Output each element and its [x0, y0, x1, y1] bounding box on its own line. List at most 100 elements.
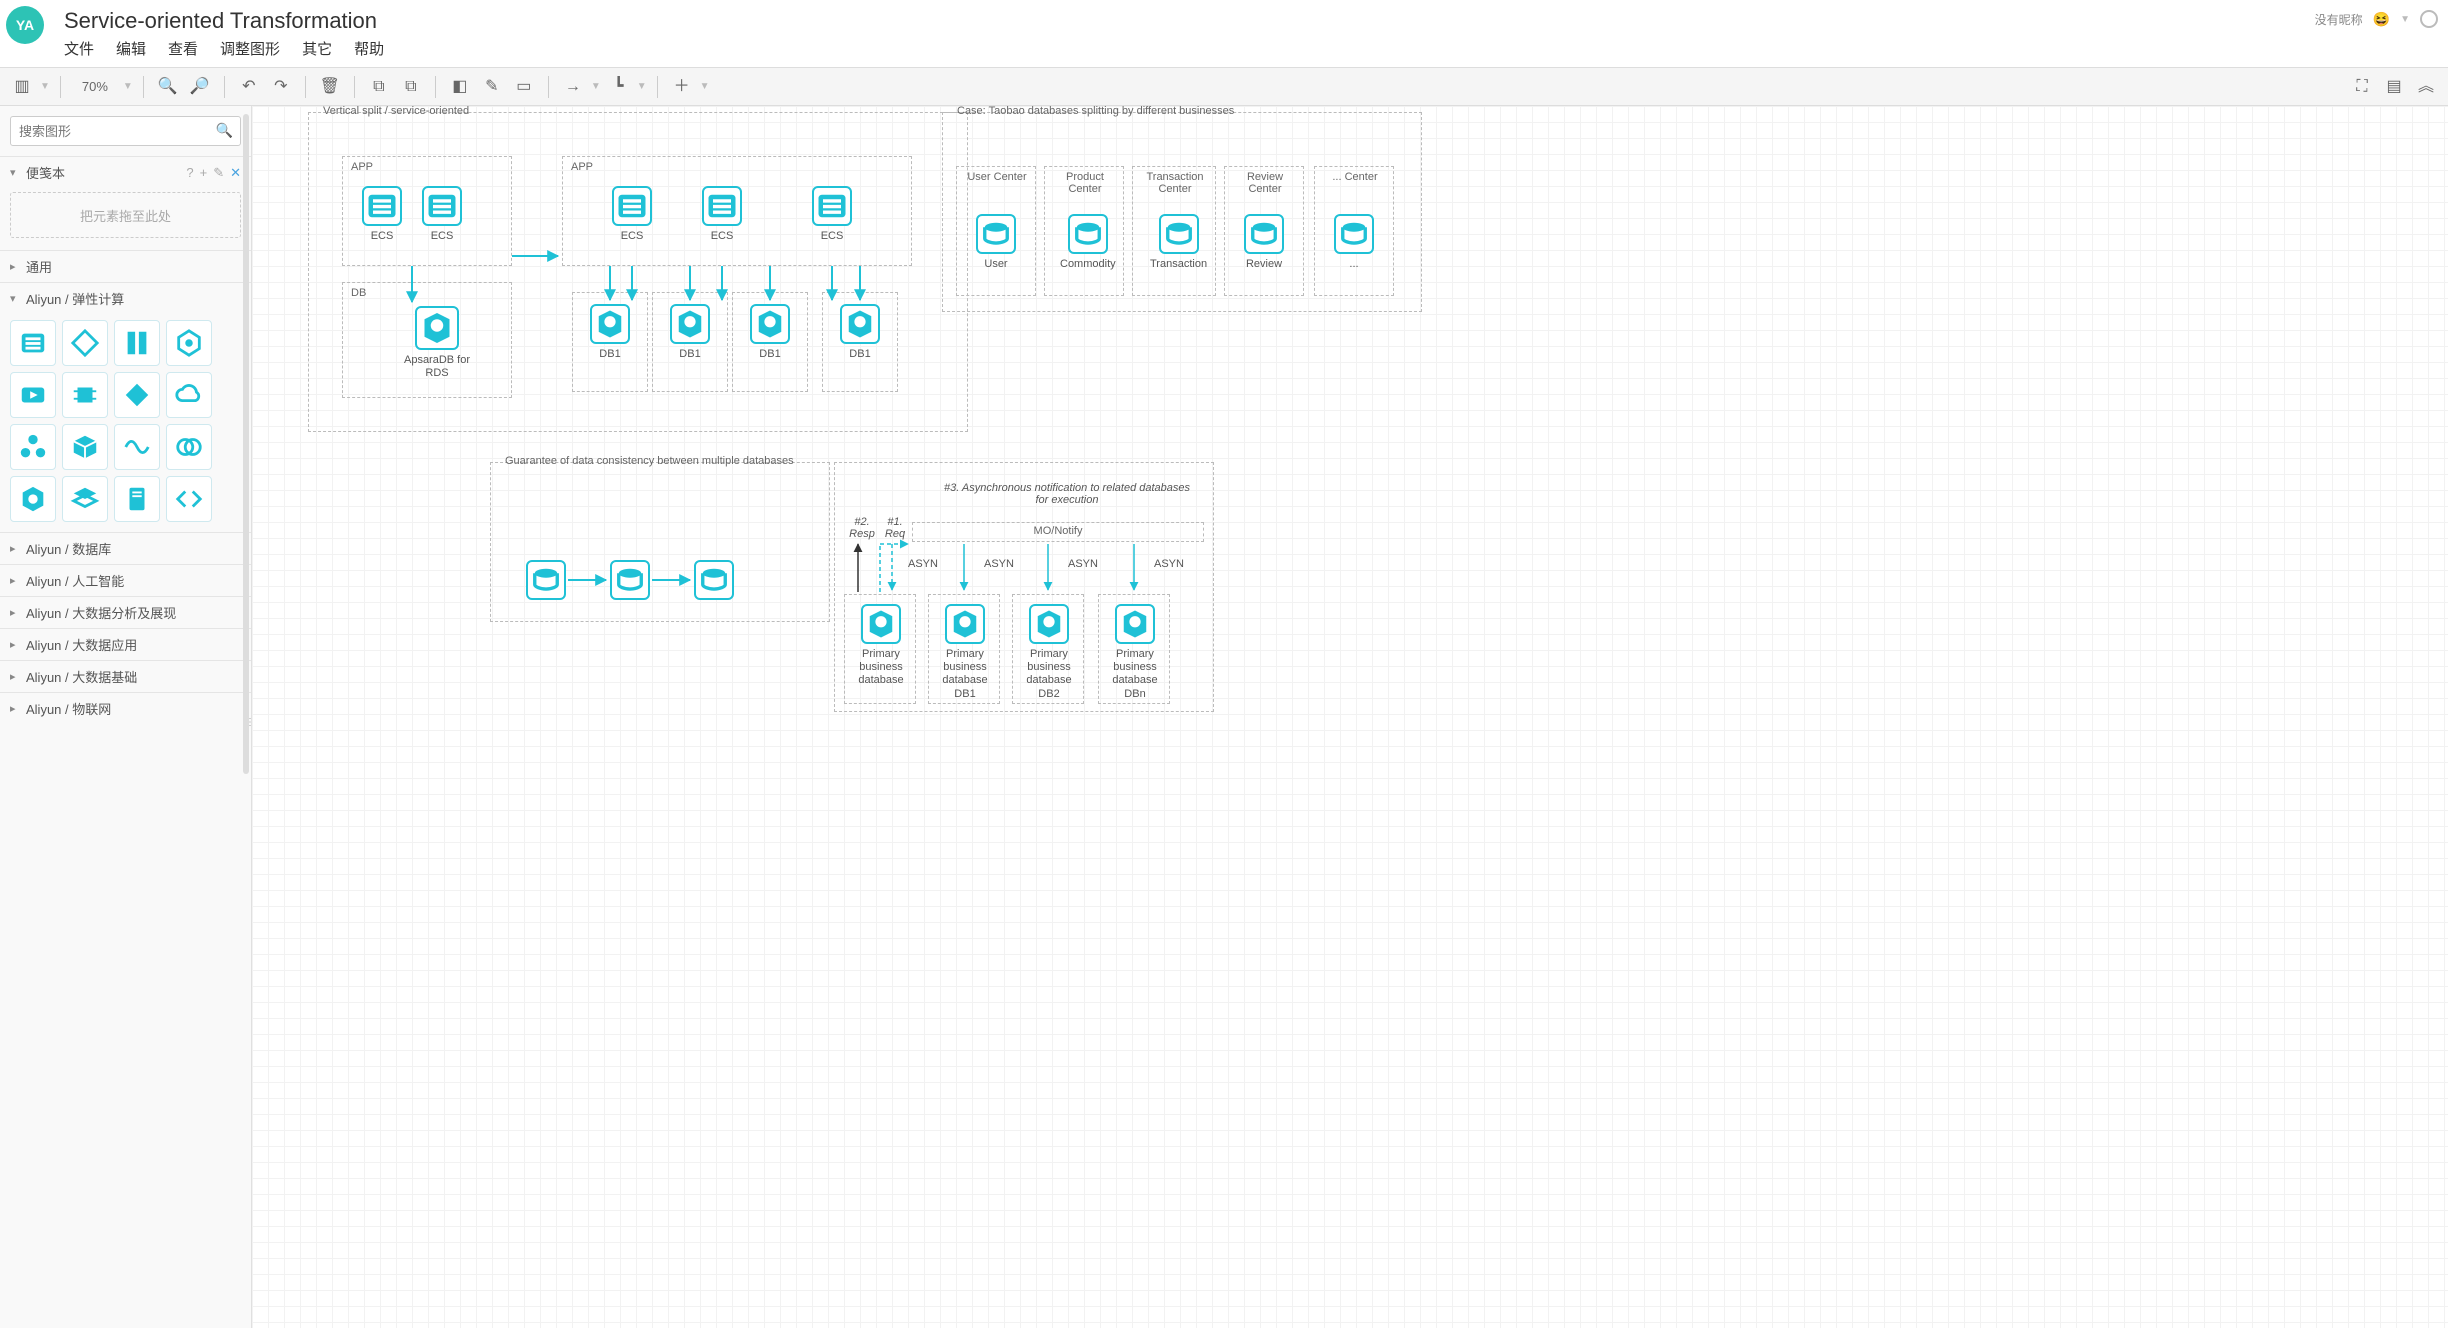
sidebar-mode-dropdown-icon[interactable]: ▼: [40, 81, 50, 92]
panel-aliyun-ai[interactable]: ▸Aliyun / 人工智能: [0, 564, 251, 596]
node-label: Review: [1246, 258, 1282, 271]
scratchpad-help-icon[interactable]: ?: [186, 165, 193, 181]
shape-nodes[interactable]: [10, 424, 56, 470]
scratchpad-add-icon[interactable]: +: [200, 165, 208, 181]
avatar[interactable]: YA: [6, 6, 44, 44]
waypoint-button[interactable]: ┗: [605, 73, 633, 101]
node-user[interactable]: User: [976, 214, 1016, 271]
node-pbd2[interactable]: Primary business database DB2: [1026, 604, 1072, 701]
shape-autoscaling[interactable]: [62, 320, 108, 366]
node-ecs[interactable]: ECS: [362, 186, 402, 243]
to-front-button[interactable]: ⧉: [365, 73, 393, 101]
connection-button[interactable]: →: [559, 73, 587, 101]
fullscreen-button[interactable]: ⛶: [2348, 73, 2376, 101]
scratchpad-edit-icon[interactable]: ✎: [213, 165, 224, 181]
shape-diamond[interactable]: [114, 372, 160, 418]
fill-color-button[interactable]: ◧: [446, 73, 474, 101]
scratchpad-dropzone[interactable]: 把元素拖至此处: [10, 192, 241, 238]
diagram-canvas[interactable]: Vertical split / service-oriented APP EC…: [252, 106, 2448, 1328]
node-ecs[interactable]: ECS: [702, 186, 742, 243]
redo-button[interactable]: ↷: [267, 73, 295, 101]
waypoint-dropdown-icon[interactable]: ▼: [637, 81, 647, 92]
shape-layers[interactable]: [62, 476, 108, 522]
undo-button[interactable]: ↶: [235, 73, 263, 101]
menu-view[interactable]: 查看: [168, 38, 198, 59]
scratchpad-close-icon[interactable]: ✕: [230, 165, 241, 181]
shape-batch[interactable]: [10, 372, 56, 418]
menu-help[interactable]: 帮助: [354, 38, 384, 59]
node-db1[interactable]: DB1: [840, 304, 880, 361]
user-dropdown-icon[interactable]: ▼: [2400, 14, 2410, 25]
format-panel-button[interactable]: ▤: [2380, 73, 2408, 101]
collapse-button[interactable]: ︽: [2412, 73, 2440, 101]
shape-container[interactable]: [114, 320, 160, 366]
panel-aliyun-base[interactable]: ▸Aliyun / 大数据基础: [0, 660, 251, 692]
panel-aliyun-bi[interactable]: ▸Aliyun / 大数据分析及展现: [0, 596, 251, 628]
group-mo[interactable]: MO/Notify: [912, 522, 1204, 542]
panel-aliyun-db[interactable]: ▸Aliyun / 数据库: [0, 532, 251, 564]
shape-doc[interactable]: [114, 476, 160, 522]
node-ecs[interactable]: ECS: [812, 186, 852, 243]
node-db-chain[interactable]: [610, 560, 650, 604]
toggle-sidebar-button[interactable]: ▥: [8, 73, 36, 101]
fullscreen-icon: ⛶: [2356, 79, 2367, 95]
node-db-chain[interactable]: [526, 560, 566, 604]
zoom-in-button[interactable]: 🔍: [154, 73, 182, 101]
menu-edit[interactable]: 编辑: [116, 38, 146, 59]
shape-venn[interactable]: [166, 424, 212, 470]
document-title[interactable]: Service-oriented Transformation: [64, 8, 2315, 34]
menu-file[interactable]: 文件: [64, 38, 94, 59]
node-commodity[interactable]: Commodity: [1060, 214, 1116, 271]
node-pbd1[interactable]: Primary business database DB1: [942, 604, 988, 701]
stack-icon: [1159, 214, 1199, 254]
node-label: ECS: [431, 230, 454, 243]
node-db-chain[interactable]: [694, 560, 734, 604]
zoom-out-button[interactable]: 🔎: [186, 73, 214, 101]
node-ecs[interactable]: ECS: [612, 186, 652, 243]
shadow-button[interactable]: ▭: [510, 73, 538, 101]
insert-dropdown-icon[interactable]: ▼: [700, 81, 710, 92]
node-db1[interactable]: DB1: [590, 304, 630, 361]
shape-kubernetes[interactable]: [166, 320, 212, 366]
sidebar-splitter[interactable]: ⋮: [245, 717, 252, 728]
node-rds[interactable]: ApsaraDB for RDS: [392, 306, 482, 380]
sidebar-scrollbar[interactable]: [243, 114, 249, 774]
shape-cloud[interactable]: [166, 372, 212, 418]
search-icon[interactable]: 🔍: [216, 122, 233, 139]
shape-cube[interactable]: [62, 424, 108, 470]
node-pbdn[interactable]: Primary business database DBn: [1112, 604, 1158, 701]
node-db1[interactable]: DB1: [670, 304, 710, 361]
user-nickname[interactable]: 没有昵称: [2315, 11, 2363, 28]
zoom-dropdown-icon[interactable]: ▼: [123, 81, 133, 92]
menu-arrange[interactable]: 调整图形: [220, 38, 280, 59]
menu-extras[interactable]: 其它: [302, 38, 332, 59]
node-transaction[interactable]: Transaction: [1150, 214, 1207, 271]
shape-chip[interactable]: [62, 372, 108, 418]
node-pbd[interactable]: Primary business database: [858, 604, 904, 688]
shape-code[interactable]: [166, 476, 212, 522]
panel-label: Aliyun / 弹性计算: [26, 289, 124, 308]
panel-scratchpad[interactable]: ▾ 便笺本 ? + ✎ ✕: [0, 156, 251, 188]
delete-button[interactable]: 🗑: [316, 73, 344, 101]
connection-dropdown-icon[interactable]: ▼: [591, 81, 601, 92]
shape-wave[interactable]: [114, 424, 160, 470]
node-ecs[interactable]: ECS: [422, 186, 462, 243]
panel-aliyun-iot[interactable]: ▸Aliyun / 物联网: [0, 692, 251, 724]
line-color-button[interactable]: ✎: [478, 73, 506, 101]
globe-icon[interactable]: [2420, 10, 2438, 28]
insert-button[interactable]: ＋: [668, 73, 696, 101]
node-db1[interactable]: DB1: [750, 304, 790, 361]
node-center-etc[interactable]: ...: [1334, 214, 1374, 271]
node-review[interactable]: Review: [1244, 214, 1284, 271]
to-back-button[interactable]: ⧉: [397, 73, 425, 101]
panel-label: Aliyun / 人工智能: [26, 571, 124, 590]
panel-aliyun-ecs[interactable]: ▾ Aliyun / 弹性计算: [0, 282, 251, 314]
toolbar-separator: [224, 76, 225, 98]
zoom-value[interactable]: 70%: [71, 79, 119, 94]
search-input[interactable]: [10, 116, 241, 146]
node-label: Primary business database DB1: [942, 648, 988, 701]
shape-ecs[interactable]: [10, 320, 56, 366]
panel-aliyun-app[interactable]: ▸Aliyun / 大数据应用: [0, 628, 251, 660]
panel-general[interactable]: ▸ 通用: [0, 250, 251, 282]
shape-gear-hex[interactable]: [10, 476, 56, 522]
